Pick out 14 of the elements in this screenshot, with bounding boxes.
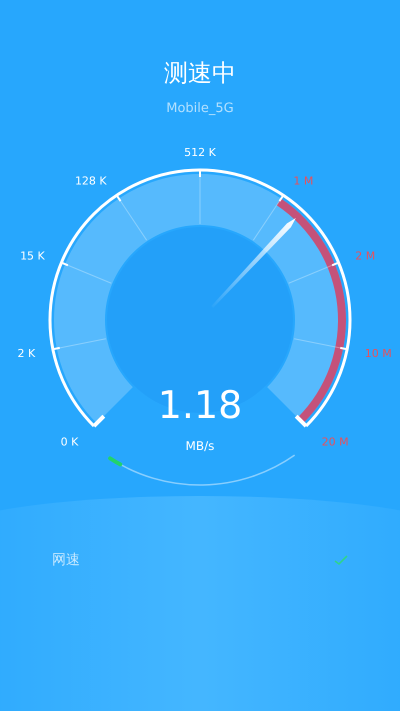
speed-scale-label: 20 M <box>322 436 349 449</box>
speed-scale-label: 15 K <box>20 250 45 263</box>
speed-scale-label: 1 M <box>293 174 314 188</box>
speed-scale-label: 512 K <box>184 146 216 159</box>
result-label: 网速 <box>52 551 80 569</box>
speed-scale-label: 10 M <box>364 346 392 360</box>
speed-unit: MB/s <box>186 439 214 453</box>
speed-scale-label: 2 M <box>355 250 376 263</box>
screen-title: 测速中 <box>164 58 236 89</box>
speed-value: 1.18 <box>158 383 242 427</box>
network-name: Mobile_5G <box>166 100 234 118</box>
speed-scale-label: 128 K <box>74 174 107 188</box>
speed-scale-label: 0 K <box>60 436 78 449</box>
speed-scale-label: 2 K <box>18 346 36 360</box>
